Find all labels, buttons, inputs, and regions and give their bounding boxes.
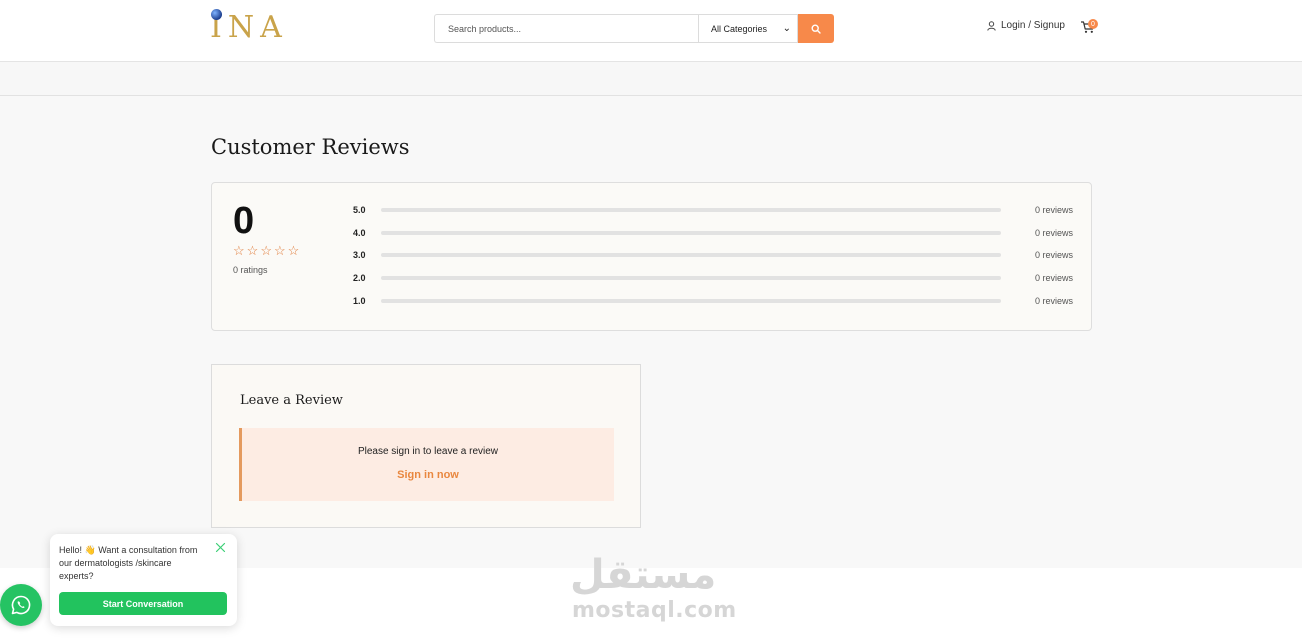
rating-distribution-row: 2.0 0 reviews: [353, 271, 1073, 285]
search-button[interactable]: [798, 14, 834, 43]
page-title: Customer Reviews: [211, 135, 410, 159]
breadcrumb-band: [0, 62, 1302, 96]
rating-distribution-row: 4.0 0 reviews: [353, 226, 1073, 240]
cart-count-badge: 0: [1088, 19, 1098, 29]
star-empty-icon: ☆: [287, 243, 300, 258]
rating-review-count: 0 reviews: [1034, 273, 1073, 283]
rating-level: 3.0: [353, 250, 366, 260]
search-icon: [811, 23, 821, 34]
login-signup-link[interactable]: Login / Signup: [987, 20, 1065, 31]
watermark-arabic: مستقل: [570, 552, 717, 598]
search-bar: All Categories ⌄: [434, 14, 834, 43]
category-select-value: All Categories: [711, 23, 768, 34]
star-empty-icon: ☆: [246, 243, 259, 258]
rating-level: 4.0: [353, 228, 366, 238]
leave-review-title: Leave a Review: [240, 393, 343, 408]
rating-level: 2.0: [353, 273, 366, 283]
signin-notice: Please sign in to leave a review Sign in…: [239, 428, 614, 501]
rating-review-count: 0 reviews: [1034, 228, 1073, 238]
rating-level: 1.0: [353, 296, 366, 306]
search-input[interactable]: [434, 14, 698, 43]
whatsapp-button[interactable]: [0, 584, 42, 626]
rating-bar: [381, 208, 1001, 212]
ratings-count: 0 ratings: [233, 265, 268, 275]
start-conversation-button[interactable]: Start Conversation: [59, 592, 227, 615]
star-empty-icon: ☆: [273, 243, 286, 258]
rating-distribution-row: 1.0 0 reviews: [353, 294, 1073, 308]
rating-level: 5.0: [353, 205, 366, 215]
leave-review-card: Leave a Review Please sign in to leave a…: [211, 364, 641, 528]
user-icon: [987, 20, 996, 31]
watermark-latin: mostaql.com: [572, 598, 737, 623]
rating-distribution-row: 5.0 0 reviews: [353, 203, 1073, 217]
login-signup-label: Login / Signup: [1001, 20, 1065, 31]
rating-distribution-row: 3.0 0 reviews: [353, 248, 1073, 262]
category-select[interactable]: All Categories ⌄: [698, 14, 798, 43]
rating-bar: [381, 231, 1001, 235]
rating-review-count: 0 reviews: [1034, 250, 1073, 260]
star-empty-icon: ☆: [260, 243, 272, 258]
sign-in-link[interactable]: Sign in now: [242, 469, 614, 481]
star-empty-icon: ☆: [233, 243, 245, 258]
rating-bar: [381, 253, 1001, 257]
signin-message: Please sign in to leave a review: [357, 446, 499, 457]
close-icon[interactable]: [215, 542, 227, 554]
star-rating: ☆ ☆ ☆ ☆ ☆: [233, 244, 299, 258]
rating-review-count: 0 reviews: [1034, 205, 1073, 215]
chat-popup: Hello! 👋 Want a consultation from our de…: [50, 534, 237, 626]
rating-summary-card: 0 ☆ ☆ ☆ ☆ ☆ 0 ratings 5.0 0 reviews 4.0 0 re…: [211, 182, 1092, 331]
logo[interactable]: INA: [210, 8, 282, 46]
rating-bar: [381, 276, 1001, 280]
chevron-down-icon: ⌄: [782, 23, 791, 34]
main-content: [0, 96, 1302, 568]
rating-bar: [381, 299, 1001, 303]
average-rating: 0: [233, 200, 255, 242]
chat-message: Hello! 👋 Want a consultation from our de…: [59, 545, 198, 581]
site-header: INA All Categories ⌄ Login / Signup 0: [0, 0, 1302, 62]
globe-icon: [211, 9, 222, 20]
whatsapp-icon: [11, 595, 31, 615]
rating-review-count: 0 reviews: [1034, 296, 1073, 306]
